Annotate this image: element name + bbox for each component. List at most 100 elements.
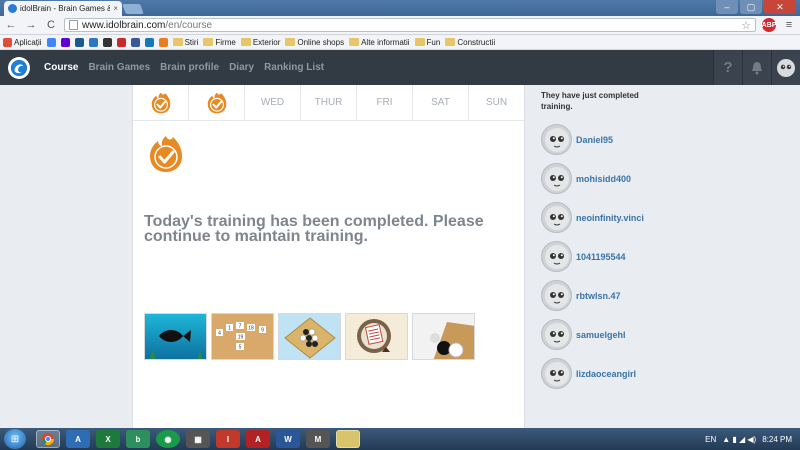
chrome-menu-icon[interactable]: ≡ (782, 18, 796, 32)
excel-taskbar-icon[interactable]: X (96, 430, 120, 448)
user-avatar-icon[interactable] (771, 50, 800, 85)
user-avatar-icon[interactable] (541, 202, 572, 233)
tab-close-icon[interactable]: × (113, 4, 118, 13)
user-row[interactable]: lizdaoceangirl (541, 354, 671, 393)
user-row[interactable]: 1041195544 (541, 237, 671, 276)
close-window-button[interactable]: ✕ (764, 0, 796, 14)
nav-course[interactable]: Course (44, 62, 78, 73)
taskbar-app-icon[interactable]: b (126, 430, 150, 448)
help-icon[interactable]: ? (713, 50, 742, 85)
user-name-link[interactable]: mohisidd400 (576, 174, 631, 184)
nav-brain-games[interactable]: Brain Games (88, 62, 150, 73)
black-white-stones-game-thumbnail[interactable] (412, 313, 475, 360)
forward-button[interactable]: → (24, 18, 38, 32)
bookmark-item[interactable] (60, 37, 70, 47)
user-row[interactable]: neoinfinity.vinci (541, 198, 671, 237)
tray-icons[interactable]: ▲ ▮ ◢ ◀) (722, 435, 756, 444)
tab-title: idolBrain - Brain Games & (20, 4, 111, 13)
bookmark-item[interactable]: Fun (414, 38, 440, 47)
browser-tab[interactable]: idolBrain - Brain Games & × (4, 1, 122, 16)
bm-icon (158, 37, 168, 47)
user-row[interactable]: samuelgehl (541, 315, 671, 354)
bookmark-item[interactable] (158, 37, 168, 47)
completed-day-flame-icon (207, 92, 226, 113)
user-list: Daniel95 mohisidd400 neoinfinity.vinci 1041… (541, 120, 671, 393)
nav-brain-profile[interactable]: Brain profile (160, 62, 219, 73)
system-tray: EN ▲ ▮ ◢ ◀) 8:24 PM (705, 435, 800, 444)
user-avatar-icon[interactable] (541, 358, 572, 389)
user-name-link[interactable]: 1041195544 (576, 252, 626, 262)
bookmark-item[interactable] (88, 37, 98, 47)
notification-bell-icon[interactable] (742, 50, 771, 85)
word-taskbar-icon[interactable]: W (276, 430, 300, 448)
page-body: WED THUR FRI SAT SUN Today's training has be… (0, 85, 800, 428)
user-name-link[interactable]: neoinfinity.vinci (576, 213, 644, 223)
bookmarks-bar: Aplicații Stiri Firme Exterior Online shops A… (0, 35, 800, 50)
user-avatar-icon[interactable] (541, 319, 572, 350)
day-label: SUN (485, 97, 508, 108)
folder-icon (349, 38, 360, 46)
number-tiles-game-thumbnail[interactable]: 4 1 7 18 9 19 5 (211, 313, 274, 360)
bookmark-label: Online shops (297, 37, 345, 47)
taskbar-app-icon[interactable]: ▦ (186, 430, 210, 448)
minimize-button[interactable]: – (716, 0, 738, 14)
bookmark-item[interactable]: Stiri (172, 37, 199, 47)
bookmark-item[interactable] (116, 37, 126, 47)
bookmark-item[interactable]: Online shops (285, 38, 344, 47)
bookmark-label: Exterior (252, 37, 281, 47)
bookmark-star-icon[interactable]: ☆ (741, 19, 751, 32)
pdf-taskbar-icon[interactable]: A (246, 430, 270, 448)
bookmark-item[interactable]: Alte informatii (349, 38, 410, 47)
bookmark-item[interactable]: Exterior (240, 37, 281, 47)
taskbar-app-icon[interactable]: I (216, 430, 240, 448)
new-tab-button[interactable] (122, 4, 144, 14)
user-row[interactable]: Daniel95 (541, 120, 671, 159)
fish-game-thumbnail[interactable] (144, 313, 207, 360)
taskbar-apps: A X b ◉ ▦ I A W M (36, 430, 360, 448)
user-avatar-icon[interactable] (541, 163, 572, 194)
idolbrain-logo-icon[interactable] (8, 56, 30, 79)
taskbar-app-icon[interactable]: A (66, 430, 90, 448)
chrome-taskbar-icon[interactable] (36, 430, 60, 448)
bookmark-item[interactable] (46, 37, 56, 47)
back-button[interactable]: ← (4, 18, 18, 32)
user-row[interactable]: mohisidd400 (541, 159, 671, 198)
google-icon (46, 37, 56, 47)
svg-text:18: 18 (248, 326, 254, 332)
reload-button[interactable]: C (44, 18, 58, 32)
note-paper-game-thumbnail[interactable] (345, 313, 408, 360)
day-cell: FRI (357, 85, 413, 120)
taskbar-app-icon[interactable]: M (306, 430, 330, 448)
address-bar[interactable]: www.idolbrain.com/en/course ☆ (64, 18, 756, 32)
bookmark-item[interactable]: Aplicații (3, 37, 42, 47)
window-controls: – ▢ ✕ (716, 0, 796, 14)
folder-taskbar-icon[interactable] (336, 430, 360, 448)
bookmark-item[interactable] (144, 37, 154, 47)
svg-text:9: 9 (261, 328, 264, 334)
course-card: WED THUR FRI SAT SUN Today's training has be… (132, 85, 525, 428)
bookmark-item[interactable] (130, 37, 140, 47)
user-name-link[interactable]: samuelgehl (576, 330, 626, 340)
user-avatar-icon[interactable] (541, 280, 572, 311)
go-stones-game-thumbnail[interactable] (278, 313, 341, 360)
bookmark-label: Stiri (184, 37, 199, 47)
user-name-link[interactable]: rbtwlsn.47 (576, 291, 621, 301)
nav-ranking-list[interactable]: Ranking List (264, 62, 324, 73)
user-avatar-icon[interactable] (541, 124, 572, 155)
bookmark-item[interactable]: Constructii (445, 38, 495, 47)
taskbar-app-icon[interactable]: ◉ (156, 430, 180, 448)
recent-completions-sidebar: They have just completed training. Danie… (541, 90, 671, 393)
nav-diary[interactable]: Diary (229, 62, 254, 73)
user-name-link[interactable]: lizdaoceangirl (576, 369, 636, 379)
start-button[interactable]: ⊞ (4, 429, 26, 449)
language-indicator[interactable]: EN (705, 435, 716, 444)
clock[interactable]: 8:24 PM (762, 435, 792, 444)
maximize-button[interactable]: ▢ (740, 0, 762, 14)
bookmark-item[interactable]: Firme (203, 38, 236, 47)
bookmark-item[interactable] (74, 37, 84, 47)
user-avatar-icon[interactable] (541, 241, 572, 272)
adblock-icon[interactable]: ABP (762, 18, 776, 32)
bookmark-item[interactable] (102, 37, 112, 47)
user-row[interactable]: rbtwlsn.47 (541, 276, 671, 315)
user-name-link[interactable]: Daniel95 (576, 135, 613, 145)
